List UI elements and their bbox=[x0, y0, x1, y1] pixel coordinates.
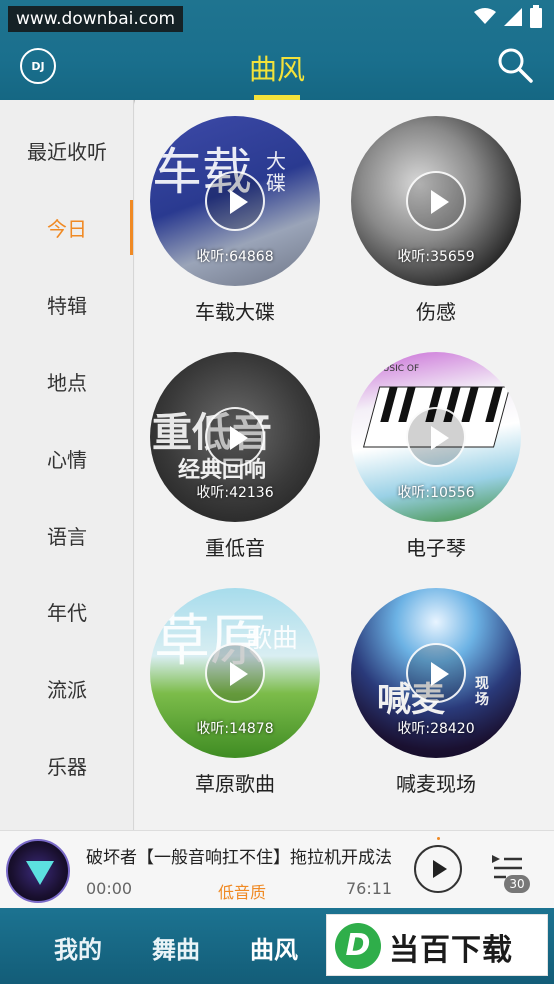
playlist-grid: 车载 大碟 收听:64868 车载大碟 收听:35659 伤感 重低音 经典回响… bbox=[135, 100, 554, 830]
sidebar-item-mood[interactable]: 心情 bbox=[0, 444, 134, 473]
playlist-title: 电子琴 bbox=[406, 536, 466, 560]
play-icon[interactable] bbox=[205, 171, 265, 231]
playlist-card[interactable]: 草原 歌曲 收听:14878 草原歌曲 bbox=[145, 588, 325, 797]
sidebar-item-instrument[interactable]: 乐器 bbox=[0, 751, 134, 780]
listen-count: 收听:28420 bbox=[397, 721, 475, 737]
playlist-card[interactable]: 车载 大碟 收听:64868 车载大碟 bbox=[145, 116, 325, 325]
total-time: 76:11 bbox=[346, 879, 393, 898]
playlist-card[interactable]: 重低音 经典回响 收听:42136 重低音 bbox=[145, 352, 325, 561]
sidebar-item-era[interactable]: 年代 bbox=[0, 597, 134, 626]
sidebar-item-place[interactable]: 地点 bbox=[0, 367, 134, 396]
top-bar: www.downbai.com DJ 曲风 bbox=[0, 0, 554, 100]
cover-text: MUSIC OF bbox=[375, 364, 420, 374]
elapsed-time: 00:00 bbox=[86, 879, 133, 898]
cover-triangle-icon bbox=[26, 861, 54, 885]
listen-count: 收听:14878 bbox=[196, 721, 274, 737]
play-icon[interactable] bbox=[406, 171, 466, 231]
playlist-title: 喊麦现场 bbox=[396, 772, 476, 796]
playlist-cover[interactable]: 车载 大碟 收听:64868 bbox=[150, 116, 320, 286]
brand-logo-icon: D bbox=[335, 923, 381, 969]
listen-count: 收听:35659 bbox=[397, 249, 475, 265]
sidebar-item-genre[interactable]: 流派 bbox=[0, 674, 134, 703]
playlist-title: 伤感 bbox=[416, 300, 456, 324]
quality-toggle[interactable]: 低音质 bbox=[218, 879, 266, 903]
now-playing-title: 破坏者【一般音响扛不住】拖拉机开成法 bbox=[86, 848, 392, 868]
playlist-title: 重低音 bbox=[205, 536, 265, 560]
playlist-card[interactable]: MUSIC OF 收听:10556 电子琴 bbox=[346, 352, 526, 561]
nav-item-genre[interactable]: 曲风 bbox=[250, 930, 298, 965]
status-icons bbox=[474, 5, 542, 28]
brand-watermark: D 当百下载 bbox=[326, 914, 548, 976]
sidebar-item-recent[interactable]: 最近收听 bbox=[0, 136, 134, 165]
watermark: www.downbai.com bbox=[8, 6, 184, 32]
play-pause-button[interactable] bbox=[414, 845, 462, 893]
playlist-cover[interactable]: MUSIC OF 收听:10556 bbox=[351, 352, 521, 522]
playlist-cover[interactable]: 草原 歌曲 收听:14878 bbox=[150, 588, 320, 758]
playlist-title: 车载大碟 bbox=[195, 300, 275, 324]
listen-count: 收听:10556 bbox=[397, 485, 475, 501]
playlist-cover[interactable]: 重低音 经典回响 收听:42136 bbox=[150, 352, 320, 522]
nav-item-dance[interactable]: 舞曲 bbox=[152, 930, 200, 965]
playlist-cover[interactable]: 收听:35659 bbox=[351, 116, 521, 286]
sidebar-item-language[interactable]: 语言 bbox=[0, 521, 134, 550]
category-sidebar: 最近收听 今日 特辑 地点 心情 语言 年代 流派 乐器 bbox=[0, 100, 134, 830]
play-icon[interactable] bbox=[205, 407, 265, 467]
progress-indicator bbox=[437, 837, 440, 840]
play-icon[interactable] bbox=[406, 643, 466, 703]
listen-count: 收听:42136 bbox=[196, 485, 274, 501]
sidebar-item-today[interactable]: 今日 bbox=[0, 213, 134, 242]
page-title: 曲风 bbox=[248, 53, 305, 86]
mini-player[interactable]: 破坏者【一般音响扛不住】拖拉机开成法 00:00 低音质 76:11 30 bbox=[0, 830, 554, 908]
battery-icon bbox=[530, 5, 542, 28]
playlist-cover[interactable]: 喊麦 现场 收听:28420 bbox=[351, 588, 521, 758]
wifi-icon bbox=[474, 8, 496, 24]
listen-count: 收听:64868 bbox=[196, 249, 274, 265]
cover-text: 现场 bbox=[475, 676, 489, 708]
playlist-card[interactable]: 收听:35659 伤感 bbox=[346, 116, 526, 325]
brand-text: 当百下载 bbox=[389, 933, 513, 968]
cover-text: 大碟 bbox=[266, 149, 286, 195]
now-playing-cover[interactable] bbox=[6, 839, 70, 903]
search-icon[interactable] bbox=[496, 46, 534, 84]
sidebar-item-special[interactable]: 特辑 bbox=[0, 290, 134, 319]
nav-item-mine[interactable]: 我的 bbox=[54, 930, 102, 965]
playlist-title: 草原歌曲 bbox=[195, 772, 275, 796]
playlist-count-badge: 30 bbox=[504, 875, 530, 893]
sidebar-active-indicator bbox=[130, 200, 133, 255]
play-icon[interactable] bbox=[205, 643, 265, 703]
play-icon[interactable] bbox=[406, 407, 466, 467]
signal-icon bbox=[504, 8, 522, 26]
playlist-card[interactable]: 喊麦 现场 收听:28420 喊麦现场 bbox=[346, 588, 526, 797]
